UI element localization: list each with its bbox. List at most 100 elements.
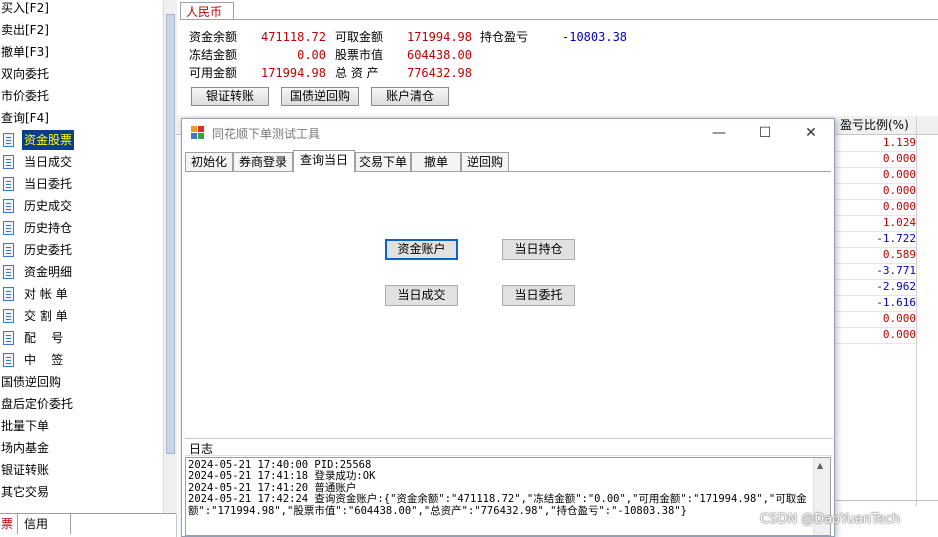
pnl-ratio-cell: 0.000 (834, 151, 916, 168)
pnl-ratio-cell: 0.000 (834, 327, 916, 344)
query-today-panel: 资金账户 当日持仓 当日成交 当日委托 (185, 172, 833, 438)
function-tabs: 初始化 券商登录 查询当日 交易下单 撤单 逆回购 (185, 150, 831, 172)
sidebar-item-label: 历史持仓 (24, 221, 73, 235)
pnl-ratio-cell: 0.000 (834, 183, 916, 200)
sidebar-item-label: 市价委托 (1, 89, 50, 103)
document-icon (3, 243, 14, 257)
tab-reverse-repo[interactable]: 逆回购 (461, 152, 509, 171)
tab-place-order[interactable]: 交易下单 (355, 152, 411, 171)
sidebar-item-label: 交 割 单 (24, 309, 68, 323)
document-icon (3, 221, 14, 235)
sidebar-item-label: 买入[F2] (1, 1, 49, 15)
sidebar-item-label: 卖出[F2] (1, 23, 49, 37)
sidebar-item-label: 资金股票 (22, 130, 75, 150)
stock-value-label: 股票市值 (335, 48, 384, 62)
today-orders-button[interactable]: 当日委托 (502, 285, 575, 306)
total-assets-value: 776432.98 (406, 66, 472, 80)
available-label: 可用金额 (189, 66, 238, 80)
sidebar-bottom-tabs: 票 信用 (0, 513, 176, 536)
close-button[interactable]: ✕ (788, 119, 834, 147)
sidebar-item-label: 撤单[F3] (1, 45, 49, 59)
tab-rmb[interactable]: 人民币 (180, 2, 234, 20)
sidebar-item-label: 双向委托 (1, 67, 50, 81)
window-titlebar[interactable]: 同花顺下单测试工具 — ☐ ✕ (182, 119, 834, 149)
frozen-value: 0.00 (297, 48, 326, 62)
sidebar-item-label: 盘后定价委托 (1, 397, 74, 411)
sidebar-item-label: 批量下单 (1, 419, 50, 433)
sidebar-item-label: 当日委托 (24, 177, 73, 191)
sidebar-item-label: 对 帐 单 (24, 287, 68, 301)
column-divider (916, 116, 917, 506)
today-trades-button[interactable]: 当日成交 (385, 285, 458, 306)
sidebar-scroll-thumb[interactable] (166, 14, 175, 454)
bank-transfer-button[interactable]: 银证转账 (191, 87, 269, 106)
frozen-label: 冻结金额 (189, 48, 238, 62)
balance-value: 471118.72 (260, 30, 326, 44)
pnl-label: 持仓盈亏 (480, 30, 529, 44)
sidebar-item-label: 中 签 (24, 353, 64, 367)
withdrawable-value: 171994.98 (406, 30, 472, 44)
window-title: 同花顺下单测试工具 (212, 127, 321, 141)
sidebar-item-label: 历史委托 (24, 243, 73, 257)
tab-stock[interactable]: 票 (0, 514, 19, 534)
pnl-ratio-cell: 0.000 (834, 167, 916, 184)
pnl-ratio-cell: -3.771 (834, 263, 916, 280)
total-assets-label: 总 资 产 (335, 66, 379, 80)
sidebar-item-label: 配 号 (24, 331, 64, 345)
sidebar-item-label: 银证转账 (1, 463, 50, 477)
watermark: CSDN @DaoYuanTech (760, 512, 901, 527)
tab-init[interactable]: 初始化 (185, 152, 233, 171)
log-divider (185, 438, 833, 439)
document-icon (3, 309, 14, 323)
document-icon (3, 353, 14, 367)
pnl-ratio-cell: 1.024 (834, 215, 916, 232)
withdrawable-label: 可取金额 (335, 30, 384, 44)
document-icon (3, 155, 14, 169)
tab-divider (180, 19, 938, 20)
pnl-value: -10803.38 (562, 30, 628, 44)
log-content: 2024-05-21 17:40:00 PID:25568 2024-05-21… (188, 459, 807, 517)
available-value: 171994.98 (260, 66, 326, 80)
reverse-repo-button[interactable]: 国债逆回购 (281, 87, 359, 106)
today-positions-button[interactable]: 当日持仓 (502, 239, 575, 260)
sidebar-item-label: 国债逆回购 (1, 375, 62, 389)
document-icon (3, 133, 14, 147)
log-label-underline (185, 455, 833, 456)
fund-account-button[interactable]: 资金账户 (385, 239, 458, 260)
tab-credit[interactable]: 信用 (20, 514, 71, 534)
sidebar-item-label: 场内基金 (1, 441, 50, 455)
table-bottom-line (836, 500, 938, 501)
balance-label: 资金余额 (189, 30, 238, 44)
pnl-ratio-cell: -1.616 (834, 295, 916, 312)
sidebar-scrollbar[interactable] (163, 0, 177, 514)
sidebar-item-label: 查询[F4] (1, 111, 49, 125)
maximize-button[interactable]: ☐ (742, 119, 788, 147)
clear-account-button[interactable]: 账户清仓 (371, 87, 449, 106)
log-textarea[interactable]: 2024-05-21 17:40:00 PID:25568 2024-05-21… (185, 457, 831, 536)
test-tool-window: 同花顺下单测试工具 — ☐ ✕ 初始化 券商登录 查询当日 交易下单 撤单 逆回… (181, 118, 835, 537)
document-icon (3, 199, 14, 213)
app-icon (191, 126, 204, 139)
tab-cancel-order[interactable]: 撤单 (411, 152, 461, 171)
pnl-ratio-cell: 1.139 (834, 135, 916, 152)
document-icon (3, 287, 14, 301)
pnl-ratio-cell: 0.000 (834, 199, 916, 216)
sidebar-item-label: 其它交易 (1, 485, 50, 499)
sidebar-item-label: 当日成交 (24, 155, 73, 169)
pnl-ratio-cell: 0.589 (834, 247, 916, 264)
scroll-up-arrow-icon[interactable]: ▲ (817, 461, 823, 470)
minimize-button[interactable]: — (696, 119, 742, 147)
stock-value: 604438.00 (406, 48, 472, 62)
pnl-ratio-cell: -2.962 (834, 279, 916, 296)
document-icon (3, 265, 14, 279)
function-sidebar: 买入[F2] 卖出[F2] 撤单[F3] 双向委托 市价委托 查询[F4] 资金… (0, 0, 177, 537)
sidebar-item-label: 资金明细 (24, 265, 73, 279)
pnl-ratio-cell: -1.722 (834, 231, 916, 248)
sidebar-item-label: 历史成交 (24, 199, 73, 213)
document-icon (3, 331, 14, 345)
tab-query-today[interactable]: 查询当日 (293, 150, 355, 172)
pnl-ratio-header[interactable]: 盈亏比例(%) (840, 117, 909, 133)
pnl-ratio-cell: 0.000 (834, 311, 916, 328)
document-icon (3, 177, 14, 191)
tab-broker-login[interactable]: 券商登录 (233, 152, 293, 171)
